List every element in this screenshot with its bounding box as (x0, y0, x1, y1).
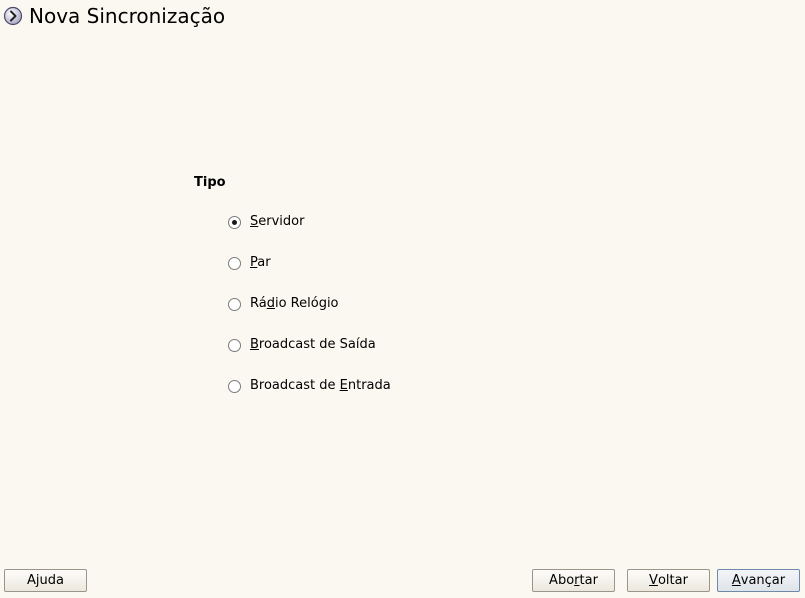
radio-button[interactable] (228, 338, 241, 352)
radio-label: Broadcast de Entrada (250, 378, 391, 393)
radio-par[interactable]: Par (228, 253, 271, 273)
type-group-label: Tipo (194, 175, 226, 190)
page-title: Nova Sincronização (29, 4, 226, 28)
help-button[interactable]: Ajuda (4, 569, 87, 592)
wizard-window: Nova Sincronização Tipo Servidor Par Rád… (0, 0, 805, 598)
header: Nova Sincronização (3, 2, 225, 30)
abort-button[interactable]: Abo r tar (532, 569, 615, 592)
back-button[interactable]: Voltar (627, 569, 710, 592)
radio-button[interactable] (228, 297, 241, 311)
radio-label: Broadcast de Saída (250, 337, 376, 352)
radio-radio-relogio[interactable]: Rádio Relógio (228, 294, 339, 314)
next-button[interactable]: Avançar (717, 569, 800, 592)
radio-label: Par (250, 255, 271, 270)
radio-button[interactable] (228, 256, 241, 270)
radio-broadcast-saida[interactable]: Broadcast de Saída (228, 335, 376, 355)
radio-broadcast-entrada[interactable]: Broadcast de Entrada (228, 376, 391, 396)
radio-button-checked[interactable] (228, 215, 241, 229)
radio-servidor[interactable]: Servidor (228, 212, 304, 232)
radio-label: Servidor (250, 214, 305, 229)
arrow-circle-icon (3, 6, 23, 26)
radio-label: Rádio Relógio (250, 296, 339, 311)
radio-button[interactable] (228, 379, 241, 393)
